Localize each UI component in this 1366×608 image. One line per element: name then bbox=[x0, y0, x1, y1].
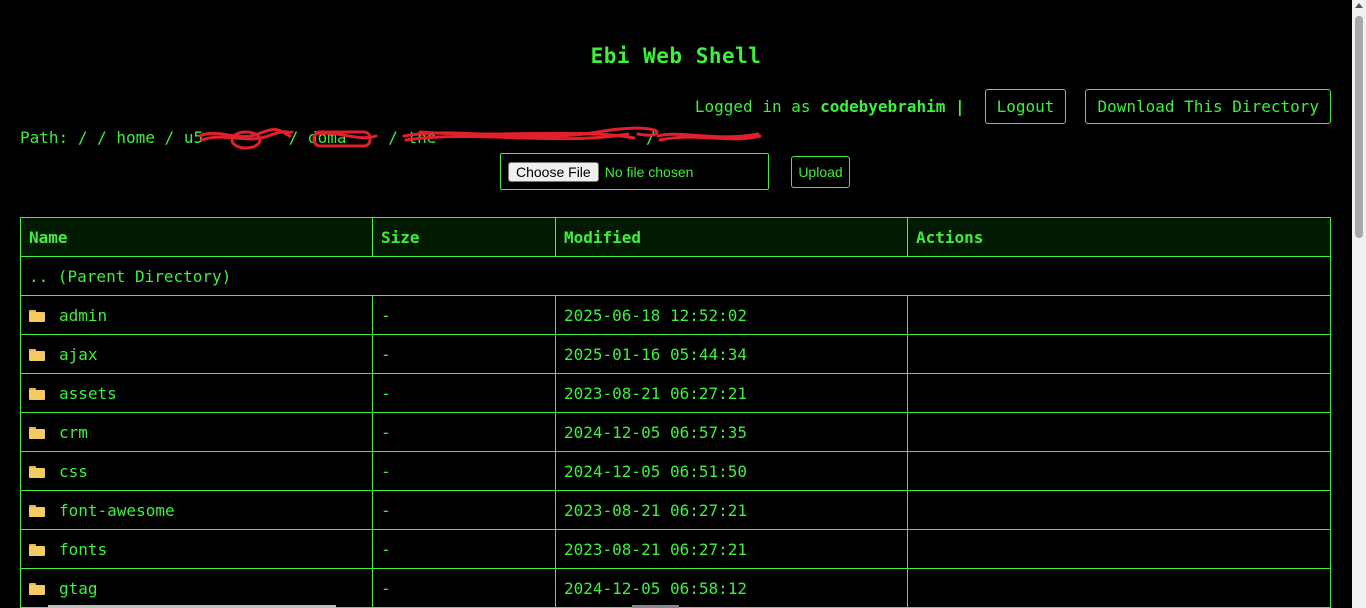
file-actions bbox=[907, 412, 1331, 452]
folder-icon bbox=[29, 466, 45, 478]
file-modified: 2024-12-05 06:57:35 bbox=[555, 412, 908, 452]
separator: | bbox=[955, 97, 965, 116]
file-size: - bbox=[372, 412, 556, 452]
header-size[interactable]: Size bbox=[372, 217, 556, 257]
file-size: - bbox=[372, 451, 556, 491]
folder-icon bbox=[29, 427, 45, 439]
file-actions bbox=[907, 451, 1331, 491]
file-name[interactable]: crm bbox=[59, 423, 88, 442]
scrollbar-thumb[interactable] bbox=[1355, 16, 1363, 238]
folder-icon bbox=[29, 505, 45, 517]
folder-icon bbox=[29, 583, 45, 595]
file-name-cell[interactable]: assets bbox=[20, 373, 373, 413]
file-name-cell[interactable]: ajax bbox=[20, 334, 373, 374]
page-title: Ebi Web Shell bbox=[590, 44, 762, 68]
file-name-cell[interactable]: crm bbox=[20, 412, 373, 452]
table-row[interactable]: css -2024-12-05 06:51:50 bbox=[20, 451, 1331, 491]
table-row[interactable]: gtag -2024-12-05 06:58:12 bbox=[20, 568, 1331, 608]
file-size: - bbox=[372, 529, 556, 569]
file-name-cell[interactable]: font-awesome bbox=[20, 490, 373, 530]
path-segment[interactable]: / bbox=[78, 128, 88, 147]
file-name[interactable]: assets bbox=[59, 384, 117, 403]
choose-file-button[interactable]: Choose File bbox=[508, 161, 599, 182]
file-modified: 2024-12-05 06:58:12 bbox=[555, 568, 908, 608]
file-modified: 2023-08-21 06:27:21 bbox=[555, 373, 908, 413]
file-size: - bbox=[372, 295, 556, 335]
file-table: Name Size Modified Actions .. (Parent Di… bbox=[20, 217, 1331, 608]
file-name[interactable]: ajax bbox=[59, 345, 98, 364]
path-label: Path: bbox=[20, 128, 69, 147]
parent-directory-link[interactable]: .. (Parent Directory) bbox=[20, 256, 1331, 296]
file-modified: 2023-08-21 06:27:21 bbox=[555, 529, 908, 569]
redaction-scribble bbox=[198, 126, 762, 150]
logged-in-status: Logged in as codebyebrahim | bbox=[695, 97, 965, 116]
scroll-up-icon[interactable] bbox=[1355, 3, 1363, 8]
path-separator: / bbox=[164, 128, 175, 147]
file-modified: 2023-08-21 06:27:21 bbox=[555, 490, 908, 530]
upload-button[interactable]: Upload bbox=[791, 156, 850, 188]
table-header-row: Name Size Modified Actions bbox=[20, 217, 1331, 257]
header-name[interactable]: Name bbox=[20, 217, 373, 257]
file-actions bbox=[907, 568, 1331, 608]
folder-icon bbox=[29, 544, 45, 556]
table-row[interactable]: admin -2025-06-18 12:52:02 bbox=[20, 295, 1331, 335]
file-actions bbox=[907, 373, 1331, 413]
table-row[interactable]: fonts -2023-08-21 06:27:21 bbox=[20, 529, 1331, 569]
file-name[interactable]: font-awesome bbox=[59, 501, 175, 520]
header-actions: Actions bbox=[907, 217, 1331, 257]
file-name[interactable]: css bbox=[59, 462, 88, 481]
file-name[interactable]: gtag bbox=[59, 579, 98, 598]
file-size: - bbox=[372, 373, 556, 413]
file-name-cell[interactable]: fonts bbox=[20, 529, 373, 569]
parent-directory-row[interactable]: .. (Parent Directory) bbox=[20, 256, 1331, 296]
file-size: - bbox=[372, 568, 556, 608]
table-row[interactable]: ajax -2025-01-16 05:44:34 bbox=[20, 334, 1331, 374]
vertical-scrollbar[interactable] bbox=[1352, 0, 1366, 608]
file-modified: 2025-06-18 12:52:02 bbox=[555, 295, 908, 335]
file-input-box[interactable]: Choose File No file chosen bbox=[500, 153, 769, 190]
file-size: - bbox=[372, 490, 556, 530]
username: codebyebrahim bbox=[820, 97, 946, 116]
file-actions bbox=[907, 295, 1331, 335]
table-row[interactable]: font-awesome -2023-08-21 06:27:21 bbox=[20, 490, 1331, 530]
file-size: - bbox=[372, 334, 556, 374]
folder-icon bbox=[29, 349, 45, 361]
header-modified[interactable]: Modified bbox=[555, 217, 908, 257]
file-status: No file chosen bbox=[604, 163, 694, 180]
path-segment[interactable]: / bbox=[97, 128, 107, 147]
table-row[interactable]: crm -2024-12-05 06:57:35 bbox=[20, 412, 1331, 452]
file-actions bbox=[907, 529, 1331, 569]
table-row[interactable]: assets -2023-08-21 06:27:21 bbox=[20, 373, 1331, 413]
file-modified: 2025-01-16 05:44:34 bbox=[555, 334, 908, 374]
folder-icon bbox=[29, 388, 45, 400]
download-directory-button[interactable]: Download This Directory bbox=[1085, 89, 1331, 124]
file-modified: 2024-12-05 06:51:50 bbox=[555, 451, 908, 491]
file-name[interactable]: fonts bbox=[59, 540, 107, 559]
file-name[interactable]: admin bbox=[59, 306, 107, 325]
user-bar: Logged in as codebyebrahim | Logout Down… bbox=[695, 89, 1331, 124]
path-segment-home[interactable]: home bbox=[116, 128, 155, 147]
file-actions bbox=[907, 334, 1331, 374]
logged-in-prefix: Logged in as bbox=[694, 97, 811, 116]
file-name-cell[interactable]: admin bbox=[20, 295, 373, 335]
file-name-cell[interactable]: css bbox=[20, 451, 373, 491]
file-actions bbox=[907, 490, 1331, 530]
file-name-cell[interactable]: gtag bbox=[20, 568, 373, 608]
logout-button[interactable]: Logout bbox=[984, 89, 1067, 124]
folder-icon bbox=[29, 310, 45, 322]
